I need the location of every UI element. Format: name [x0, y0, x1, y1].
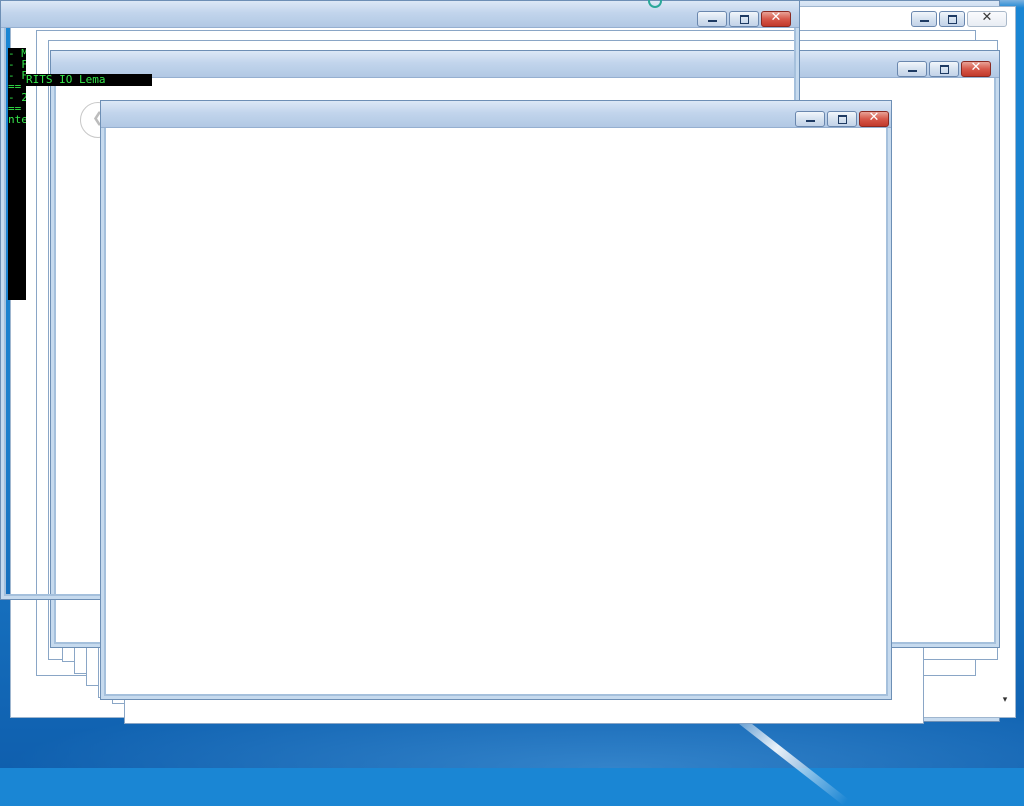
desktop: { "desktop": { "background": "#1a86d4" }… [0, 0, 1024, 806]
window-controls: ✕ [697, 10, 791, 27]
window-front[interactable]: ✕ [100, 100, 892, 700]
window-titlebar[interactable] [101, 101, 891, 128]
scroll-down-arrow[interactable]: ▾ [999, 695, 1011, 709]
minimize-icon [920, 20, 929, 22]
minimize-button[interactable] [795, 111, 825, 127]
maximize-button[interactable] [729, 11, 759, 27]
minimize-icon [908, 70, 917, 72]
console-strip-text: RITS IO Lema [26, 74, 152, 86]
maximize-icon [948, 15, 957, 24]
console-line: nte [8, 113, 26, 126]
maximize-icon [740, 15, 749, 24]
maximize-button[interactable] [929, 61, 959, 77]
window-controls: ✕ [911, 10, 1007, 27]
maximize-button[interactable] [939, 11, 965, 27]
close-icon: ✕ [970, 60, 982, 75]
minimize-button[interactable] [697, 11, 727, 27]
maximize-icon [838, 115, 847, 124]
window-controls: ✕ [795, 110, 889, 127]
close-icon: ✕ [981, 10, 993, 25]
close-button[interactable]: ✕ [859, 110, 889, 127]
minimize-button[interactable] [911, 11, 937, 27]
maximize-icon [940, 65, 949, 74]
maximize-button[interactable] [827, 111, 857, 127]
minimize-icon [806, 120, 815, 122]
close-icon: ✕ [770, 10, 782, 25]
close-icon: ✕ [868, 110, 880, 125]
close-button[interactable]: ✕ [761, 10, 791, 27]
window-controls: ✕ [897, 60, 991, 77]
console-output: - Mast - F - FRI == - 2 == nte [8, 48, 26, 300]
close-button[interactable]: ✕ [961, 60, 991, 77]
window-titlebar[interactable] [1, 1, 799, 28]
minimize-button[interactable] [897, 61, 927, 77]
close-button[interactable]: ✕ [967, 10, 1007, 27]
minimize-icon [708, 20, 717, 22]
